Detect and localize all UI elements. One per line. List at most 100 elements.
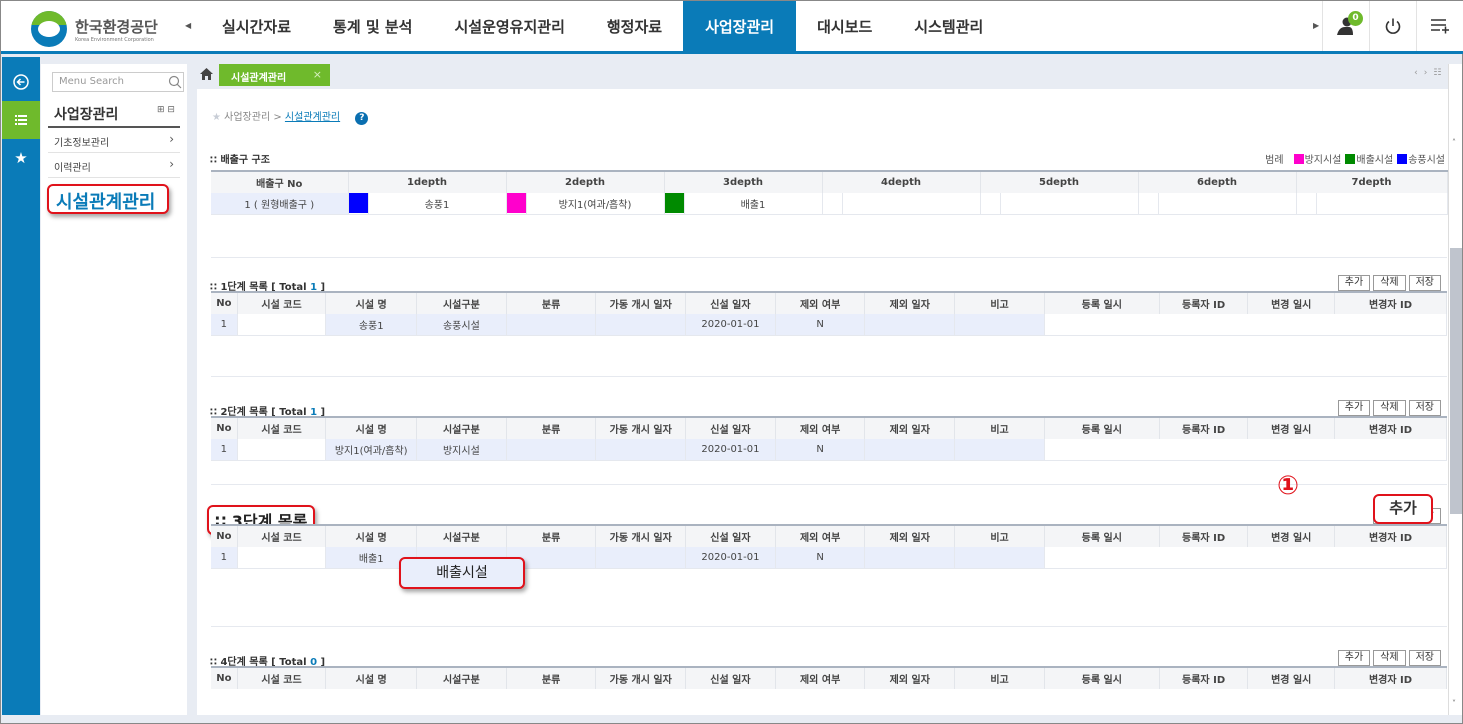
- table-cell[interactable]: 2020-01-01: [685, 547, 776, 569]
- column-header[interactable]: 시설 명: [325, 291, 418, 314]
- column-header[interactable]: 등록 일시: [1044, 666, 1160, 689]
- column-header[interactable]: 제외 여부: [775, 416, 866, 439]
- menu-item-workplace-management[interactable]: 사업장관리: [683, 1, 797, 51]
- add-button[interactable]: 추가: [1373, 494, 1433, 524]
- scroll-down-icon[interactable]: ˅: [1452, 699, 1456, 708]
- column-header[interactable]: 시설 코드: [237, 416, 327, 439]
- column-header[interactable]: 시설 명: [325, 416, 418, 439]
- column-header[interactable]: 변경 일시: [1247, 524, 1336, 547]
- breadcrumb-current[interactable]: 시설관계관리: [285, 112, 340, 123]
- column-header[interactable]: No: [211, 666, 238, 689]
- menu-scroll-right-icon[interactable]: ▶: [1313, 21, 1319, 30]
- table-cell[interactable]: [864, 439, 956, 461]
- column-header[interactable]: 시설 명: [325, 524, 418, 547]
- column-header[interactable]: 제외 일자: [864, 291, 956, 314]
- column-header[interactable]: No: [211, 524, 238, 547]
- column-header[interactable]: 신설 일자: [685, 291, 776, 314]
- column-header[interactable]: 가동 개시 일자: [595, 524, 687, 547]
- column-header[interactable]: 변경 일시: [1247, 666, 1336, 689]
- column-header[interactable]: 분류: [506, 416, 597, 439]
- table-cell[interactable]: [864, 547, 956, 569]
- depth-facility-cell[interactable]: [1316, 193, 1448, 215]
- table-cell[interactable]: N: [775, 314, 866, 336]
- column-header[interactable]: 신설 일자: [685, 416, 776, 439]
- column-header[interactable]: 분류: [506, 666, 597, 689]
- table-cell[interactable]: [1044, 314, 1160, 336]
- table-cell[interactable]: [864, 314, 956, 336]
- column-header[interactable]: 비고: [954, 524, 1045, 547]
- table-cell[interactable]: N: [775, 439, 866, 461]
- depth-facility-cell[interactable]: 송풍1: [368, 193, 507, 215]
- save-button[interactable]: 저장: [1408, 400, 1441, 416]
- side-menu-item-facility-relation-callout[interactable]: 시설관계관리: [47, 184, 169, 214]
- table-cell[interactable]: [1247, 314, 1335, 336]
- menu-search-input[interactable]: Menu Search: [52, 72, 184, 92]
- side-menu-item-basic-info[interactable]: 기초정보관리 ›: [48, 129, 180, 153]
- column-header[interactable]: 제외 여부: [775, 524, 866, 547]
- table-cell[interactable]: N: [775, 547, 866, 569]
- column-header[interactable]: 분류: [506, 291, 597, 314]
- table-cell[interactable]: [1247, 439, 1335, 461]
- table-cell[interactable]: 송풍1: [325, 314, 418, 336]
- menu-scroll-left-icon[interactable]: ◀: [185, 21, 191, 30]
- table-cell[interactable]: 2020-01-01: [685, 439, 776, 461]
- column-header[interactable]: 변경 일시: [1247, 291, 1336, 314]
- column-header[interactable]: 등록자 ID: [1159, 524, 1249, 547]
- menu-item-facility-maintenance[interactable]: 시설운영유지관리: [433, 1, 585, 51]
- table-cell[interactable]: [954, 547, 1045, 569]
- delete-button[interactable]: 삭제: [1373, 650, 1406, 666]
- tab-list-icon[interactable]: ☷: [1433, 68, 1441, 78]
- column-header[interactable]: 가동 개시 일자: [595, 291, 687, 314]
- column-header[interactable]: 제외 일자: [864, 416, 956, 439]
- column-header[interactable]: 가동 개시 일자: [595, 416, 687, 439]
- column-header[interactable]: 시설 명: [325, 666, 418, 689]
- table-cell[interactable]: [1334, 439, 1447, 461]
- vertical-scrollbar[interactable]: ˄ ˅: [1448, 64, 1462, 715]
- column-header[interactable]: No: [211, 291, 238, 314]
- table-cell[interactable]: [237, 439, 327, 461]
- save-button[interactable]: 저장: [1408, 650, 1441, 666]
- column-header[interactable]: 변경자 ID: [1334, 524, 1447, 547]
- column-header[interactable]: 비고: [954, 666, 1045, 689]
- help-icon[interactable]: ?: [355, 112, 369, 125]
- table-cell[interactable]: 1: [211, 439, 238, 461]
- add-button[interactable]: 추가: [1337, 275, 1371, 291]
- table-cell[interactable]: [595, 439, 687, 461]
- column-header[interactable]: 신설 일자: [685, 666, 776, 689]
- column-header[interactable]: 시설 코드: [237, 291, 327, 314]
- table-cell[interactable]: 2020-01-01: [685, 314, 776, 336]
- table-cell[interactable]: [1044, 439, 1160, 461]
- add-button[interactable]: 추가: [1337, 400, 1371, 416]
- column-header[interactable]: 변경자 ID: [1334, 291, 1447, 314]
- table-cell[interactable]: [1334, 314, 1447, 336]
- depth-facility-cell[interactable]: [1158, 193, 1297, 215]
- table-cell[interactable]: [954, 314, 1045, 336]
- column-header[interactable]: 제외 일자: [864, 524, 956, 547]
- logout-button[interactable]: [1369, 1, 1416, 51]
- table-cell[interactable]: 1: [211, 547, 238, 569]
- table-cell[interactable]: [237, 547, 327, 569]
- depth-facility-cell[interactable]: [842, 193, 981, 215]
- column-header[interactable]: 시설 코드: [237, 524, 327, 547]
- column-header[interactable]: 등록자 ID: [1159, 291, 1249, 314]
- column-header[interactable]: 등록 일시: [1044, 524, 1160, 547]
- column-header[interactable]: 비고: [954, 291, 1045, 314]
- table-cell[interactable]: [506, 439, 597, 461]
- table-cell[interactable]: [1159, 439, 1248, 461]
- menu-item-dashboard[interactable]: 대시보드: [796, 1, 893, 51]
- collapse-sidebar-button[interactable]: [2, 63, 40, 101]
- table-row[interactable]: 1 배출1 2020-01-01 N: [211, 547, 1447, 569]
- table-cell[interactable]: [237, 314, 327, 336]
- table-cell[interactable]: [1159, 314, 1248, 336]
- column-header[interactable]: 시설구분: [416, 416, 507, 439]
- table-cell[interactable]: [1334, 547, 1447, 569]
- column-header[interactable]: 등록 일시: [1044, 291, 1160, 314]
- menu-item-statistics[interactable]: 통계 및 분석: [312, 1, 433, 51]
- column-header[interactable]: 신설 일자: [685, 524, 776, 547]
- tab-facility-relation[interactable]: 시설관계관리 ×: [219, 64, 330, 86]
- tab-prev-icon[interactable]: ‹: [1414, 68, 1418, 78]
- column-header[interactable]: 변경자 ID: [1334, 416, 1447, 439]
- column-header[interactable]: 변경 일시: [1247, 416, 1336, 439]
- table-cell[interactable]: 방지1(여과/흡착): [325, 439, 418, 461]
- tab-next-icon[interactable]: ›: [1424, 68, 1428, 78]
